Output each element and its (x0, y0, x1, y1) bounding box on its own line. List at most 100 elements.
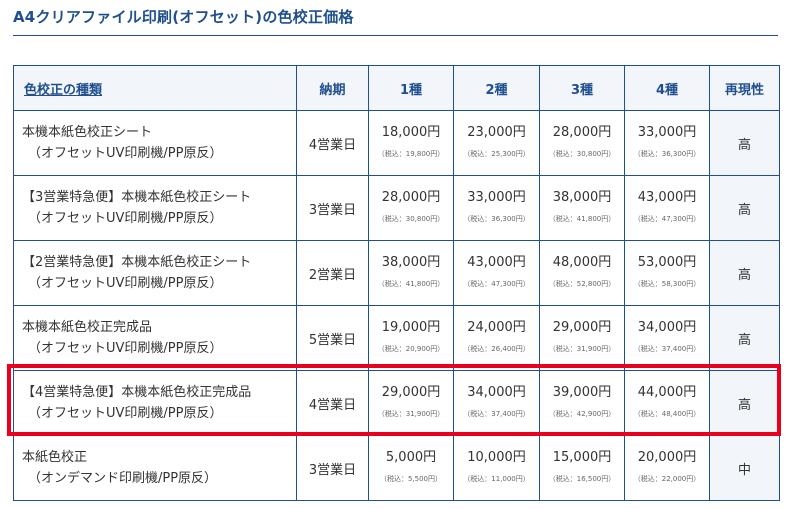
price-cell: 23,000円 （税込：25,300円） (453, 110, 540, 176)
price-tax-included: （税込：47,300円） (463, 279, 530, 288)
price-cell: 34,000円 （税込：37,400円） (624, 305, 710, 371)
price-cell: 43,000円 （税込：47,300円） (624, 175, 710, 241)
price-value: 39,000円 (552, 384, 612, 400)
header-type[interactable]: 色校正の種類 (13, 65, 297, 111)
reproducibility: 高 (709, 175, 780, 241)
price-tax-included: （税込：22,000円） (633, 474, 701, 483)
proof-type-method: （オンデマンド印刷機/PP原反） (28, 471, 218, 486)
proof-type-cell: 本紙色校正 （オンデマンド印刷機/PP原反） (13, 435, 297, 501)
delivery-days: 3営業日 (296, 175, 369, 241)
proof-type-method: （オフセットUV印刷機/PP原反） (28, 211, 223, 226)
price-value: 19,000円 (381, 319, 441, 335)
price-value: 38,000円 (552, 189, 612, 205)
price-cell: 34,000円 （税込：37,400円） (453, 370, 540, 436)
delivery-days: 4営業日 (296, 370, 369, 436)
price-tax-included: （税込：36,300円） (633, 149, 701, 158)
price-cell: 28,000円 （税込：30,800円） (368, 175, 454, 241)
price-tax-included: （税込：52,800円） (548, 279, 616, 288)
reproducibility: 高 (709, 370, 780, 436)
delivery-days: 3営業日 (296, 435, 369, 501)
delivery-days: 2営業日 (296, 240, 369, 306)
header-1-kind: 1種 (368, 65, 454, 111)
table-header-row: 色校正の種類 納期 1種 2種 3種 4種 再現性 (13, 65, 780, 111)
price-tax-included: （税込：41,800円） (377, 279, 445, 288)
header-type-link[interactable]: 色校正の種類 (24, 83, 102, 98)
price-tax-included: （税込：31,900円） (548, 344, 616, 353)
price-cell: 39,000円 （税込：42,900円） (539, 370, 625, 436)
proof-type-method: （オフセットUV印刷機/PP原反） (28, 406, 223, 421)
proof-type-name: 本機本紙色校正シート (22, 125, 153, 140)
header-days: 納期 (296, 65, 369, 111)
header-4-kind: 4種 (624, 65, 710, 111)
price-tax-included: （税込：19,800円） (377, 149, 445, 158)
price-value: 29,000円 (552, 319, 612, 335)
price-tax-included: （税込：47,300円） (633, 214, 701, 223)
price-value: 15,000円 (552, 449, 612, 465)
price-value: 44,000円 (637, 384, 697, 400)
proof-type-method: （オフセットUV印刷機/PP原反） (28, 276, 223, 291)
header-reproducibility: 再現性 (709, 65, 780, 111)
price-value: 20,000円 (637, 449, 697, 465)
price-value: 29,000円 (381, 384, 441, 400)
proof-type-cell: 本機本紙色校正シート （オフセットUV印刷機/PP原反） (13, 110, 297, 176)
price-table: 色校正の種類 納期 1種 2種 3種 4種 再現性 本機本紙色校正シート （オフセ… (13, 65, 780, 501)
price-value: 10,000円 (467, 449, 526, 465)
price-cell: 53,000円 （税込：58,300円） (624, 240, 710, 306)
price-value: 34,000円 (637, 319, 697, 335)
price-tax-included: （税込：30,800円） (548, 149, 616, 158)
proof-type-name: 【3営業特急便】本機本紙色校正シート (22, 190, 252, 205)
delivery-days: 4営業日 (296, 110, 369, 176)
price-tax-included: （税込：5,500円） (379, 474, 443, 483)
price-cell: 19,000円 （税込：20,900円） (368, 305, 454, 371)
price-tax-included: （税込：31,900円） (377, 409, 445, 418)
price-tax-included: （税込：37,400円） (463, 409, 530, 418)
price-tax-included: （税込：25,300円） (463, 149, 530, 158)
price-cell: 48,000円 （税込：52,800円） (539, 240, 625, 306)
table-row: 【2営業特急便】本機本紙色校正シート （オフセットUV印刷機/PP原反） 2営業日 3… (13, 240, 780, 306)
reproducibility: 高 (709, 110, 780, 176)
proof-type-name: 本紙色校正 (22, 450, 88, 465)
price-cell: 44,000円 （税込：48,400円） (624, 370, 710, 436)
price-value: 53,000円 (637, 254, 697, 270)
price-tax-included: （税込：26,400円） (463, 344, 530, 353)
price-value: 28,000円 (552, 124, 612, 140)
price-value: 5,000円 (385, 449, 437, 465)
proof-type-cell: 【4営業特急便】本機本紙色校正完成品 （オフセットUV印刷機/PP原反） (13, 370, 297, 436)
price-cell: 29,000円 （税込：31,900円） (539, 305, 625, 371)
price-tax-included: （税込：41,800円） (548, 214, 616, 223)
price-cell: 28,000円 （税込：30,800円） (539, 110, 625, 176)
proof-type-cell: 本機本紙色校正完成品 （オフセットUV印刷機/PP原反） (13, 305, 297, 371)
table-row: 本紙色校正 （オンデマンド印刷機/PP原反） 3営業日 5,000円 （税込：5,500… (13, 435, 780, 501)
table-row: 本機本紙色校正完成品 （オフセットUV印刷機/PP原反） 5営業日 19,000円 （税… (13, 305, 780, 371)
price-tax-included: （税込：37,400円） (633, 344, 701, 353)
price-tax-included: （税込：42,900円） (548, 409, 616, 418)
title-divider (13, 35, 778, 36)
price-tax-included: （税込：11,000円） (463, 474, 530, 483)
price-tax-included: （税込：48,400円） (633, 409, 701, 418)
price-cell: 33,000円 （税込：36,300円） (624, 110, 710, 176)
price-value: 38,000円 (381, 254, 441, 270)
price-cell: 15,000円 （税込：16,500円） (539, 435, 625, 501)
price-cell: 29,000円 （税込：31,900円） (368, 370, 454, 436)
price-cell: 20,000円 （税込：22,000円） (624, 435, 710, 501)
price-cell: 5,000円 （税込：5,500円） (368, 435, 454, 501)
price-value: 23,000円 (467, 124, 526, 140)
table-row: 本機本紙色校正シート （オフセットUV印刷機/PP原反） 4営業日 18,000円 （税… (13, 110, 780, 176)
price-value: 43,000円 (637, 189, 697, 205)
price-value: 33,000円 (637, 124, 697, 140)
proof-type-name: 本機本紙色校正完成品 (22, 320, 153, 335)
proof-type-name: 【4営業特急便】本機本紙色校正完成品 (22, 385, 252, 400)
price-value: 28,000円 (381, 189, 441, 205)
reproducibility: 中 (709, 435, 780, 501)
price-value: 34,000円 (467, 384, 526, 400)
header-3-kind: 3種 (539, 65, 625, 111)
table-row: 【4営業特急便】本機本紙色校正完成品 （オフセットUV印刷機/PP原反） 4営業日 2… (13, 370, 780, 436)
price-value: 18,000円 (381, 124, 441, 140)
proof-type-method: （オフセットUV印刷機/PP原反） (28, 146, 223, 161)
price-tax-included: （税込：36,300円） (463, 214, 530, 223)
proof-type-cell: 【2営業特急便】本機本紙色校正シート （オフセットUV印刷機/PP原反） (13, 240, 297, 306)
reproducibility: 高 (709, 305, 780, 371)
price-cell: 33,000円 （税込：36,300円） (453, 175, 540, 241)
header-2-kind: 2種 (453, 65, 540, 111)
price-tax-included: （税込：30,800円） (377, 214, 445, 223)
